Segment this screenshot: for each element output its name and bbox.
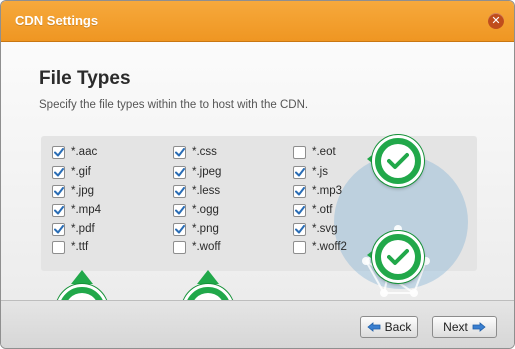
checkbox-checked[interactable] — [173, 145, 186, 159]
checkbox-unchecked[interactable] — [173, 240, 186, 254]
checkbox-checked[interactable] — [293, 222, 306, 236]
file-type-label: *.woff — [192, 241, 221, 253]
file-type-label: *.otf — [312, 204, 333, 216]
page-title: File Types — [39, 68, 131, 89]
checkbox-checked[interactable] — [173, 184, 186, 198]
green-checkmark-icon — [372, 231, 424, 283]
next-button[interactable]: Next — [432, 316, 497, 338]
checkbox-checked[interactable] — [173, 165, 186, 179]
file-type-checkbox[interactable]: *.png — [173, 221, 219, 237]
checkbox-checked[interactable] — [173, 222, 186, 236]
page-subtitle: Specify the file types within the to hos… — [39, 99, 309, 111]
arrow-left-icon — [367, 322, 381, 332]
file-type-label: *.woff2 — [312, 241, 347, 253]
file-type-checkbox[interactable]: *.ttf — [52, 239, 88, 255]
checkbox-checked[interactable] — [293, 184, 306, 198]
checkbox-checked[interactable] — [52, 145, 65, 159]
file-type-label: *.svg — [312, 223, 338, 235]
file-type-label: *.ogg — [192, 204, 219, 216]
file-type-checkbox[interactable]: *.eot — [293, 144, 336, 160]
checkbox-checked[interactable] — [52, 184, 65, 198]
file-type-checkbox[interactable]: *.jpg — [52, 183, 94, 199]
file-type-label: *.mp3 — [312, 185, 343, 197]
dialog-title: CDN Settings — [15, 13, 99, 28]
file-type-checkbox[interactable]: *.mp4 — [52, 202, 101, 218]
arrow-right-icon — [472, 322, 486, 332]
close-icon[interactable]: ✕ — [488, 13, 504, 29]
file-type-checkbox[interactable]: *.otf — [293, 202, 332, 218]
file-type-label: *.mp4 — [71, 204, 102, 216]
file-type-checkbox[interactable]: *.woff — [173, 239, 221, 255]
checkbox-unchecked[interactable] — [293, 145, 306, 159]
callout-pointer — [71, 270, 93, 284]
cdn-settings-dialog: CDN Settings ✕ File Types Specify the fi… — [0, 0, 515, 349]
file-type-label: *.js — [312, 166, 328, 178]
file-type-checkbox[interactable]: *.mp3 — [293, 183, 342, 199]
file-type-checkbox[interactable]: *.less — [173, 183, 220, 199]
checkbox-checked[interactable] — [52, 165, 65, 179]
file-type-label: *.css — [192, 146, 217, 158]
checkbox-unchecked[interactable] — [293, 240, 306, 254]
checkbox-unchecked[interactable] — [52, 240, 65, 254]
file-type-checkbox[interactable]: *.ogg — [173, 202, 219, 218]
next-button-label: Next — [443, 320, 468, 334]
file-type-label: *.eot — [312, 146, 336, 158]
back-button[interactable]: Back — [360, 316, 418, 338]
file-type-label: *.less — [192, 185, 221, 197]
file-type-checkbox[interactable]: *.css — [173, 144, 217, 160]
file-type-label: *.pdf — [71, 223, 95, 235]
file-type-checkbox[interactable]: *.aac — [52, 144, 97, 160]
checkbox-checked[interactable] — [173, 203, 186, 217]
file-type-label: *.gif — [71, 166, 91, 178]
callout-pointer — [197, 270, 219, 284]
file-type-label: *.jpeg — [192, 166, 222, 178]
dialog-footer: Back Next — [1, 300, 514, 348]
file-type-checkbox[interactable]: *.jpeg — [173, 164, 221, 180]
file-type-checkbox[interactable]: *.woff2 — [293, 239, 347, 255]
file-type-label: *.jpg — [71, 185, 95, 197]
checkbox-checked[interactable] — [293, 203, 306, 217]
file-type-label: *.aac — [71, 146, 98, 158]
checkbox-checked[interactable] — [52, 222, 65, 236]
back-button-label: Back — [384, 320, 412, 334]
green-checkmark-icon — [372, 135, 424, 187]
file-type-checkbox[interactable]: *.js — [293, 164, 328, 180]
file-type-checkbox[interactable]: *.pdf — [52, 221, 95, 237]
title-bar: CDN Settings ✕ — [1, 1, 514, 42]
file-type-checkbox[interactable]: *.gif — [52, 164, 91, 180]
checkbox-checked[interactable] — [293, 165, 306, 179]
file-type-label: *.png — [192, 223, 219, 235]
file-type-label: *.ttf — [71, 241, 89, 253]
checkbox-checked[interactable] — [52, 203, 65, 217]
file-type-checkbox[interactable]: *.svg — [293, 221, 338, 237]
